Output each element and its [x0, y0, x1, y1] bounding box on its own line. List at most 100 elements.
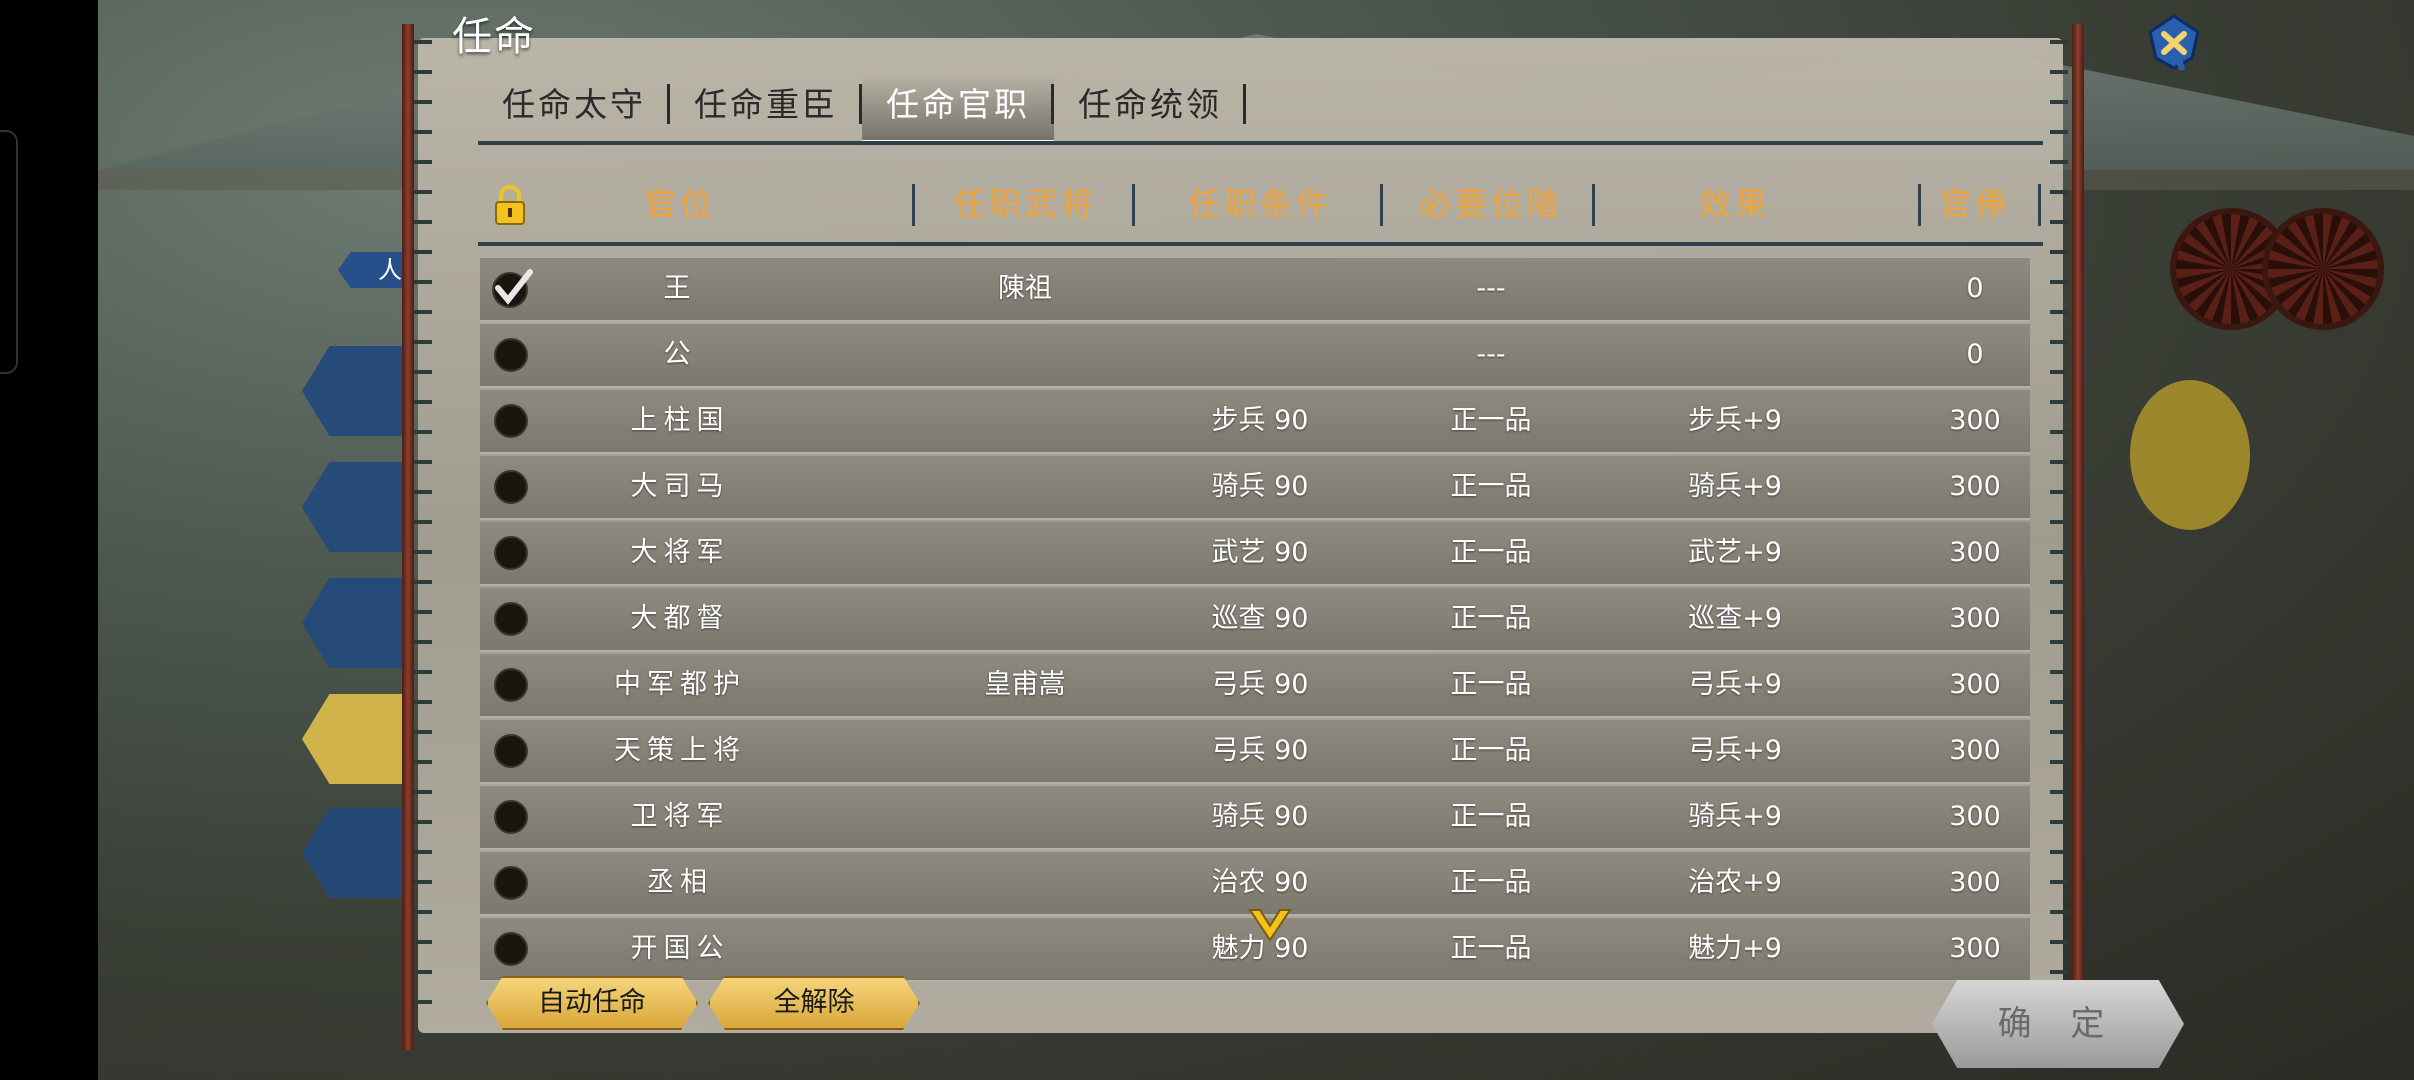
- cell-rank: 正一品: [1450, 735, 1532, 766]
- auto-appoint-button[interactable]: 自动任命: [486, 976, 698, 1030]
- tab-appoint-commander[interactable]: 任命统领: [1054, 74, 1246, 140]
- cell-position: 天策上将: [614, 735, 746, 766]
- row-radio[interactable]: [494, 338, 528, 372]
- tab-divider: [478, 141, 2043, 145]
- clear-all-button[interactable]: 全解除: [708, 976, 920, 1030]
- cell-effect: 魅力+9: [1688, 933, 1782, 964]
- cell-effect: 步兵+9: [1688, 405, 1782, 436]
- cell-general: [920, 456, 1130, 518]
- checkmark-icon[interactable]: [490, 266, 534, 310]
- cell-effect: 治农+9: [1688, 867, 1782, 898]
- cell-general: [920, 390, 1130, 452]
- cell-general: [920, 588, 1130, 650]
- confirm-label-1: 确: [1997, 1004, 2046, 1044]
- official-table-body: 王陳祖 --- 0 公 --- 0 上柱国 步兵 90 正一品 步兵+9 300 大司马 骑兵 90 正一…: [480, 258, 2030, 984]
- scroll-rod-left: [402, 24, 414, 1050]
- cell-effect: [1600, 258, 1870, 320]
- cell-requirement: 巡查 90: [1211, 603, 1309, 634]
- side-tag[interactable]: 人: [338, 252, 408, 288]
- cell-general: 皇甫嵩: [984, 669, 1066, 700]
- close-icon[interactable]: [2146, 14, 2202, 70]
- header-divider: [478, 242, 2043, 246]
- cell-rank: 正一品: [1450, 933, 1532, 964]
- tab-bar: 任命太守 任命重臣 任命官职 任命统领: [478, 74, 1246, 144]
- cell-rank: 正一品: [1450, 537, 1532, 568]
- cell-effect: 弓兵+9: [1688, 735, 1782, 766]
- row-radio[interactable]: [494, 734, 528, 768]
- row-radio[interactable]: [494, 800, 528, 834]
- tab-appoint-official[interactable]: 任命官职: [862, 74, 1054, 143]
- cell-rank: 正一品: [1450, 801, 1532, 832]
- column-rank[interactable]: 必要位階: [1386, 176, 1596, 232]
- cell-requirement: 弓兵 90: [1211, 669, 1309, 700]
- row-radio[interactable]: [494, 866, 528, 900]
- cell-salary: 0: [1966, 273, 1984, 304]
- cell-rank: ---: [1476, 339, 1506, 370]
- row-radio[interactable]: [494, 536, 528, 570]
- tab-appoint-minister[interactable]: 任命重臣: [670, 74, 862, 140]
- dialog-title: 任命: [452, 14, 536, 60]
- cell-requirement: 骑兵 90: [1211, 801, 1309, 832]
- column-general[interactable]: 任职武将: [920, 176, 1130, 232]
- confirm-button[interactable]: 确 定: [1932, 980, 2184, 1068]
- cell-salary: 300: [1949, 471, 2001, 502]
- row-radio[interactable]: [494, 932, 528, 966]
- column-salary[interactable]: 官俸: [1920, 176, 2030, 232]
- cell-position: 大都督: [630, 603, 730, 634]
- cell-salary: 300: [1949, 537, 2001, 568]
- tab-appoint-governor[interactable]: 任命太守: [478, 74, 670, 140]
- row-radio[interactable]: [494, 404, 528, 438]
- table-row[interactable]: 公 --- 0: [480, 324, 2030, 388]
- cell-requirement: 武艺 90: [1211, 537, 1309, 568]
- scroll-edge-left: [414, 40, 432, 1030]
- cell-salary: 300: [1949, 669, 2001, 700]
- chevron-down-icon[interactable]: [1248, 906, 1292, 946]
- cell-salary: 300: [1949, 603, 2001, 634]
- cell-requirement: [1140, 258, 1380, 320]
- confirm-label-2: 定: [2070, 1004, 2119, 1044]
- row-radio[interactable]: [494, 602, 528, 636]
- tree-decoration: [2130, 380, 2250, 530]
- cell-salary: 300: [1949, 801, 2001, 832]
- table-row[interactable]: 大将军 武艺 90 正一品 武艺+9 300: [480, 522, 2030, 586]
- cell-position: 王: [663, 273, 697, 304]
- waterwheel-decoration: [2262, 208, 2384, 330]
- cell-position: 丞相: [647, 867, 713, 898]
- cell-salary: 300: [1949, 735, 2001, 766]
- table-row[interactable]: 上柱国 步兵 90 正一品 步兵+9 300: [480, 390, 2030, 454]
- cell-effect: [1600, 324, 1870, 386]
- cell-general: [920, 522, 1130, 584]
- table-row[interactable]: 卫将军 骑兵 90 正一品 骑兵+9 300: [480, 786, 2030, 850]
- cell-general: [920, 720, 1130, 782]
- scroll-edge-right: [2050, 40, 2068, 1030]
- cell-rank: 正一品: [1450, 669, 1532, 700]
- cell-effect: 巡查+9: [1688, 603, 1782, 634]
- cell-rank: ---: [1476, 273, 1506, 304]
- cell-effect: 弓兵+9: [1688, 669, 1782, 700]
- column-separator: [1592, 184, 1595, 226]
- column-separator: [2038, 184, 2041, 226]
- cell-rank: 正一品: [1450, 867, 1532, 898]
- cell-requirement: [1140, 324, 1380, 386]
- column-requirement[interactable]: 任职条件: [1140, 176, 1380, 232]
- column-effect[interactable]: 效果: [1600, 176, 1870, 232]
- cell-requirement: 治农 90: [1211, 867, 1309, 898]
- cell-position: 卫将军: [630, 801, 730, 832]
- cell-requirement: 骑兵 90: [1211, 471, 1309, 502]
- cell-general: [920, 786, 1130, 848]
- table-row[interactable]: 大司马 骑兵 90 正一品 骑兵+9 300: [480, 456, 2030, 520]
- cell-position: 开国公: [630, 933, 730, 964]
- cell-effect: 武艺+9: [1688, 537, 1782, 568]
- table-row[interactable]: 天策上将 弓兵 90 正一品 弓兵+9 300: [480, 720, 2030, 784]
- table-row[interactable]: 大都督 巡查 90 正一品 巡查+9 300: [480, 588, 2030, 652]
- cell-effect: 骑兵+9: [1688, 801, 1782, 832]
- column-position[interactable]: 官位: [540, 176, 820, 232]
- table-row[interactable]: 中军都护 皇甫嵩 弓兵 90 正一品 弓兵+9 300: [480, 654, 2030, 718]
- table-row[interactable]: 王 陳祖 --- 0: [480, 258, 2030, 322]
- row-radio[interactable]: [494, 470, 528, 504]
- cell-general: [920, 852, 1130, 914]
- cell-position: 大司马: [630, 471, 730, 502]
- cell-general: [920, 324, 1130, 386]
- row-radio[interactable]: [494, 668, 528, 702]
- cell-salary: 300: [1949, 867, 2001, 898]
